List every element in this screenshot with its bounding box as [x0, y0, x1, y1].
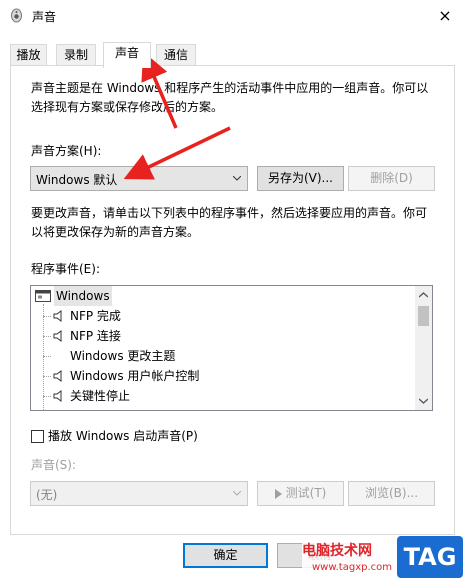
tree-line [43, 304, 44, 410]
close-icon: × [438, 6, 452, 25]
chevron-down-icon [233, 176, 241, 181]
speaker-icon [11, 8, 22, 23]
browse-button[interactable]: 浏览(B)... [348, 481, 435, 506]
title-bar: 声音 × [0, 0, 465, 31]
tree-line [43, 396, 51, 397]
tree-item-label: NFP 完成 [70, 309, 121, 323]
speaker-icon [53, 390, 62, 402]
chevron-up-icon[interactable] [419, 292, 428, 298]
tree-line [43, 336, 51, 337]
play-icon [274, 488, 282, 499]
scrollbar-thumb[interactable] [418, 306, 429, 326]
sound-label: 声音(S): [31, 458, 77, 472]
events-label: 程序事件(E): [31, 262, 100, 276]
tree-line [43, 316, 51, 317]
tree-item-label: NFP 连接 [70, 329, 121, 343]
intro-text-line2: 选择现有方案或保存修改后的方案。 [31, 100, 224, 114]
program-events-list[interactable]: Windows NFP 完成 NFP 连接 Windows 更改主题 Windo… [30, 285, 433, 411]
watermark-tag-logo: TAG [397, 536, 463, 578]
speaker-icon [53, 310, 62, 322]
chevron-down-icon [233, 491, 241, 496]
scheme-dropdown[interactable]: Windows 默认 [30, 166, 248, 191]
sound-value: (无) [36, 488, 58, 502]
tree-item-label: 关键性停止 [70, 389, 131, 403]
tab-communications[interactable]: 通信 [156, 44, 196, 66]
chevron-down-icon[interactable] [419, 398, 428, 404]
window-title: 声音 [32, 10, 57, 24]
speaker-icon [53, 370, 62, 382]
sound-dropdown[interactable]: (无) [30, 481, 248, 506]
tree-item-label: Windows 更改主题 [70, 349, 176, 363]
vertical-scrollbar[interactable] [415, 286, 432, 410]
change-text-line2: 以将更改保存为新的声音方案。 [31, 225, 200, 239]
delete-button[interactable]: 删除(D) [348, 166, 435, 191]
tab-playback[interactable]: 播放 [10, 44, 47, 66]
tab-sounds[interactable]: 声音 [103, 42, 151, 68]
tab-recording[interactable]: 录制 [56, 44, 96, 66]
scheme-value: Windows 默认 [36, 173, 118, 187]
startup-sound-label[interactable]: 播放 Windows 启动声音(P) [48, 427, 198, 446]
watermark-url: www.tagxp.com [312, 562, 392, 573]
tree-line [43, 356, 51, 357]
scheme-label: 声音方案(H): [31, 144, 102, 158]
tree-item-label: Windows [54, 286, 112, 306]
change-text-line1: 要更改声音，请单击以下列表中的程序事件，然后选择要应用的声音。你可 [31, 206, 428, 220]
window-icon [35, 290, 51, 302]
speaker-icon [53, 330, 62, 342]
close-button[interactable]: × [425, 0, 465, 31]
tree-line [43, 376, 51, 377]
tree-item-label: Windows 用户帐户控制 [70, 369, 200, 383]
startup-sound-checkbox[interactable] [31, 430, 44, 443]
test-button[interactable]: 测试(T) [257, 481, 344, 506]
watermark-text: 电脑技术网 [302, 543, 372, 559]
ok-button[interactable]: 确定 [183, 543, 268, 568]
save-as-button[interactable]: 另存为(V)... [257, 166, 344, 191]
intro-text-line1: 声音主题是在 Windows 和程序产生的活动事件中应用的一组声音。你可以 [31, 81, 429, 95]
